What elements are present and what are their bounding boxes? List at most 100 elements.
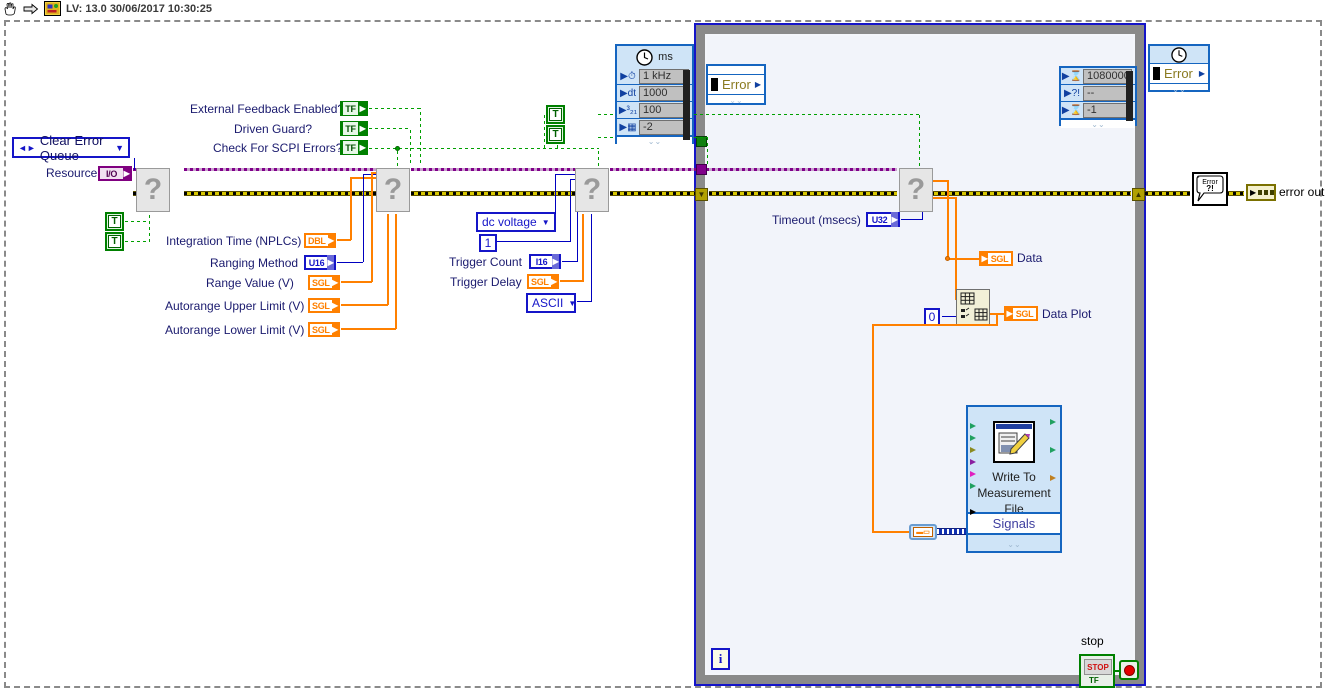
- timing-row-processor[interactable]: ▶▦ -2: [617, 119, 692, 136]
- error-indicator-right-expander[interactable]: ⌄⌄: [1150, 84, 1208, 94]
- chevron-down-icon[interactable]: ▼: [115, 143, 124, 153]
- ranging-method-terminal[interactable]: U16 ▶: [304, 255, 336, 270]
- labview-block-diagram: LV: 13.0 30/06/2017 10:30:25 i ▼ ▲ ◄► Cl…: [0, 0, 1326, 692]
- error-indicator-left[interactable]: Error ▶ ⌄⌄: [706, 64, 766, 105]
- error-cluster-glyph: [1258, 190, 1275, 195]
- error-node-expander[interactable]: ⌄⌄: [1061, 119, 1135, 129]
- vi-icon[interactable]: [44, 1, 61, 16]
- timing-row-dt[interactable]: ▶dt 1000: [617, 85, 692, 102]
- loop-tunnel-error-left[interactable]: ▼: [695, 188, 708, 201]
- error-indicator-right-body: Error ▶: [1150, 64, 1208, 84]
- error-wire-segment: [709, 191, 897, 196]
- data-wire: [350, 177, 352, 240]
- data-wire: [872, 324, 874, 532]
- loop-tunnel-visa[interactable]: [696, 164, 707, 175]
- timeout-label: Timeout (msecs): [772, 213, 861, 227]
- data-wire: [955, 197, 957, 259]
- missing-subvi-1[interactable]: ?: [136, 168, 170, 212]
- bool-wire: [397, 148, 398, 166]
- data-plot-indicator-terminal[interactable]: ▶ SGL: [1004, 306, 1038, 321]
- data-wire: [395, 214, 397, 329]
- autorange-lower-terminal[interactable]: SGL ▶: [308, 322, 340, 337]
- missing-subvi-3[interactable]: ?: [575, 168, 609, 212]
- one-constant[interactable]: 1: [479, 234, 497, 252]
- timing-row-offset[interactable]: ▶³₂₁ 100: [617, 102, 692, 119]
- error-row-wakeup[interactable]: ▶⌛ -1: [1061, 102, 1135, 119]
- error-configuration-node[interactable]: ▶⌛ 1080000 ▶?! -- ▶⌛ -1 ⌄⌄: [1059, 66, 1137, 129]
- write-to-measurement-file-vi[interactable]: Write To Measurement File Signals ⌄⌄: [966, 405, 1062, 553]
- integration-time-terminal[interactable]: DBL ▶: [304, 233, 336, 248]
- timing-node-scrollbar[interactable]: [683, 70, 690, 140]
- bool-wire: [919, 114, 920, 166]
- error-indicator-right[interactable]: Error ▶ ⌄⌄: [1148, 44, 1210, 94]
- dc-voltage-constant[interactable]: dc voltage ▼: [476, 212, 556, 232]
- trigger-delay-terminal[interactable]: SGL ▶: [527, 274, 559, 289]
- timeout-terminal[interactable]: U32 ▶: [866, 212, 900, 227]
- error-indicator-expander[interactable]: ⌄⌄: [708, 95, 764, 105]
- terminal-arrow-icon: ▶: [891, 212, 898, 227]
- build-array-node[interactable]: [956, 289, 990, 325]
- trigger-delay-label: Trigger Delay: [450, 275, 522, 289]
- resource-terminal[interactable]: I/O ▶: [98, 166, 132, 181]
- signals-input-row[interactable]: Signals: [968, 512, 1060, 535]
- diagram-canvas: i ▼ ▲ ◄► Clear Error Queue ▼ Resource I/…: [4, 20, 1325, 688]
- stop-sign-icon: [1123, 664, 1135, 676]
- range-value-terminal[interactable]: SGL ▶: [308, 275, 340, 290]
- data-wire: [341, 328, 396, 330]
- timing-row-source[interactable]: ▶⏱ 1 kHz: [617, 68, 692, 85]
- data-wire: [990, 313, 1006, 315]
- trigger-count-terminal[interactable]: I16 ▶: [529, 254, 561, 269]
- bool-wire: [707, 138, 708, 164]
- ascii-constant[interactable]: ASCII ▼: [526, 293, 576, 313]
- terminal-arrow-icon: ▶: [327, 255, 334, 270]
- stop-button[interactable]: STOP TF: [1079, 654, 1115, 688]
- error-out-label: error out: [1279, 185, 1325, 199]
- error-indicator-right-header: [1150, 46, 1208, 64]
- true-constant[interactable]: T: [105, 232, 124, 251]
- terminal-arrow-icon: ▶: [1250, 188, 1257, 197]
- timing-node-expander[interactable]: ⌄⌄: [617, 136, 692, 146]
- bool-wire: [125, 241, 150, 242]
- convert-to-dynamic-data-node[interactable]: ▬▭: [909, 524, 937, 540]
- chevron-down-icon[interactable]: ▼: [542, 218, 550, 227]
- run-arrow-icon[interactable]: [23, 3, 39, 15]
- data-wire: [555, 174, 577, 175]
- iteration-terminal[interactable]: i: [711, 648, 730, 670]
- clear-error-queue-enum[interactable]: ◄► Clear Error Queue ▼: [12, 133, 130, 163]
- signals-port-arrow: [970, 509, 976, 515]
- data-wire: [337, 239, 351, 241]
- terminal-arrow-icon: ▶: [331, 322, 338, 337]
- hand-icon[interactable]: [3, 1, 18, 16]
- chevron-down-icon[interactable]: ▼: [568, 299, 576, 308]
- timing-configuration-node[interactable]: ms ▶⏱ 1 kHz ▶dt 1000 ▶³₂₁ 100 ▶▦ -2 ⌄⌄: [615, 44, 694, 146]
- data-wire: [341, 304, 388, 306]
- true-constant[interactable]: T: [546, 125, 565, 144]
- express-vi-expander[interactable]: ⌄⌄: [968, 537, 1060, 551]
- chevron-right-icon: ▶: [754, 80, 761, 89]
- express-vi-caption: Write To Measurement File: [977, 470, 1051, 516]
- true-constant[interactable]: T: [105, 212, 124, 231]
- wakeup-icon: ▶⌛: [1061, 104, 1083, 116]
- simple-error-handler-vi[interactable]: Error ?!: [1192, 172, 1228, 206]
- check-scpi-terminal[interactable]: TF ▶: [340, 140, 368, 155]
- loop-stop-condition[interactable]: [1119, 660, 1139, 680]
- terminal-arrow-icon: ▶: [359, 121, 366, 136]
- error-warning-value: --: [1083, 85, 1132, 101]
- error-out-terminal[interactable]: ▶: [1246, 184, 1276, 201]
- data-wire: [363, 174, 364, 262]
- loop-tunnel-error-right[interactable]: ▲: [1132, 188, 1145, 201]
- error-node-scrollbar[interactable]: [1126, 71, 1133, 121]
- missing-subvi-2[interactable]: ?: [376, 168, 410, 212]
- error-row-timeout[interactable]: ▶⌛ 1080000: [1061, 68, 1135, 85]
- data-wire: [872, 324, 998, 326]
- error-row-warning[interactable]: ▶?! --: [1061, 85, 1135, 102]
- data-wire: [901, 219, 923, 220]
- autorange-upper-terminal[interactable]: SGL ▶: [308, 298, 340, 313]
- error-wire-segment: [610, 191, 696, 196]
- true-constant[interactable]: T: [546, 105, 565, 124]
- integration-time-label: Integration Time (NPLCs): [166, 234, 302, 248]
- missing-subvi-4[interactable]: ?: [899, 168, 933, 212]
- data-indicator-terminal[interactable]: ▶ SGL: [979, 251, 1013, 266]
- driven-guard-terminal[interactable]: TF ▶: [340, 121, 368, 136]
- external-feedback-terminal[interactable]: TF ▶: [340, 101, 368, 116]
